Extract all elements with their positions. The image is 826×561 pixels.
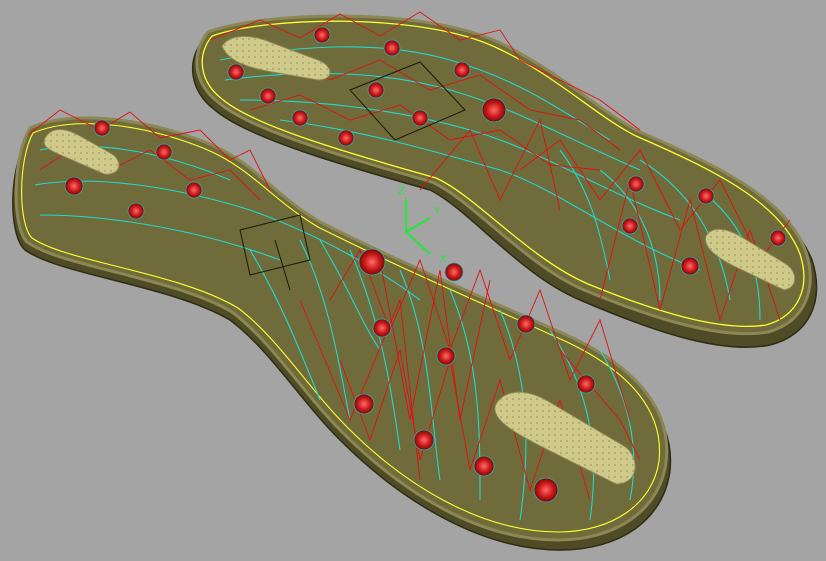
- stud-icon[interactable]: [411, 109, 429, 127]
- stud-icon[interactable]: [473, 455, 495, 477]
- stud-icon[interactable]: [353, 393, 375, 415]
- stud-icon[interactable]: [436, 346, 456, 366]
- stud-icon[interactable]: [769, 229, 787, 247]
- stud-icon[interactable]: [576, 374, 596, 394]
- stud-icon[interactable]: [413, 429, 435, 451]
- sole-model-view[interactable]: Z Y X: [0, 0, 826, 561]
- stud-icon[interactable]: [697, 187, 715, 205]
- stud-icon[interactable]: [259, 87, 277, 105]
- stud-icon[interactable]: [313, 26, 331, 44]
- stud-icon[interactable]: [358, 248, 386, 276]
- stud-icon[interactable]: [127, 202, 145, 220]
- stud-icon[interactable]: [93, 119, 111, 137]
- stud-icon[interactable]: [372, 318, 392, 338]
- axis-label-z: Z: [398, 186, 405, 197]
- axis-label-y: Y: [433, 206, 441, 217]
- stud-icon[interactable]: [453, 61, 471, 79]
- stud-icon[interactable]: [185, 181, 203, 199]
- stud-icon[interactable]: [64, 176, 84, 196]
- stud-icon[interactable]: [155, 143, 173, 161]
- stud-icon[interactable]: [680, 256, 700, 276]
- axis-triad-icon: [405, 198, 431, 255]
- stud-icon[interactable]: [383, 39, 401, 57]
- stud-icon[interactable]: [481, 97, 507, 123]
- stud-icon[interactable]: [367, 81, 385, 99]
- stud-icon[interactable]: [621, 217, 639, 235]
- axis-label-x: X: [440, 254, 447, 265]
- cad-viewport[interactable]: Z Y X: [0, 0, 826, 561]
- stud-icon[interactable]: [227, 63, 245, 81]
- stud-icon[interactable]: [444, 262, 464, 282]
- stud-icon[interactable]: [337, 129, 355, 147]
- stud-icon[interactable]: [627, 175, 645, 193]
- stud-icon[interactable]: [291, 109, 309, 127]
- stud-icon[interactable]: [516, 314, 536, 334]
- stud-icon[interactable]: [533, 477, 559, 503]
